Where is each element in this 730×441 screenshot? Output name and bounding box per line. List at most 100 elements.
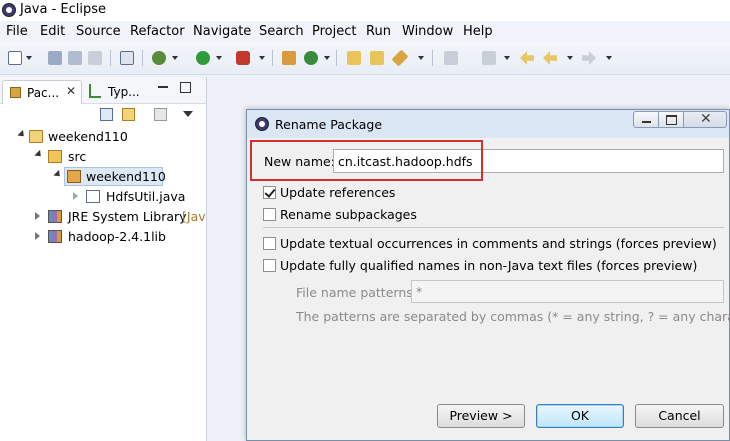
tree-item[interactable]: HdfsUtil.java — [0, 187, 206, 207]
package-explorer-view: Pac... ✕ Typ... weekend110 src weekend11… — [0, 77, 207, 441]
chevron-down-icon[interactable] — [26, 56, 32, 60]
toolbar-separator — [336, 50, 337, 66]
menu-bar: File Edit Source Refactor Navigate Searc… — [0, 21, 730, 42]
chevron-down-icon[interactable] — [259, 56, 265, 60]
tree-item[interactable]: hadoop-2.4.1lib — [0, 227, 206, 247]
update-textual-checkbox[interactable] — [263, 237, 276, 250]
type-hierarchy-icon — [89, 84, 101, 98]
tab-type-hierarchy[interactable]: Typ... — [86, 82, 146, 100]
print-icon[interactable] — [88, 51, 102, 65]
save-all-icon[interactable] — [68, 51, 82, 65]
update-qualified-label: Update fully qualified names in non-Java… — [280, 258, 698, 273]
back-arrow-icon[interactable] — [543, 51, 557, 65]
tree-item-suffix: [Jav — [182, 209, 206, 224]
tree-item[interactable]: src — [0, 147, 206, 167]
collapsed-icon[interactable] — [35, 232, 40, 240]
close-button[interactable]: ✕ — [683, 111, 727, 128]
tree-item[interactable]: JRE System Library [Jav — [0, 207, 206, 227]
menu-navigate[interactable]: Navigate — [193, 24, 251, 39]
tree-item-label: src — [68, 149, 87, 164]
open-console-icon[interactable] — [120, 51, 134, 65]
update-textual-option[interactable]: Update textual occurrences in comments a… — [263, 235, 723, 253]
menu-file[interactable]: File — [6, 24, 28, 39]
window-titlebar: Java - Eclipse — [0, 0, 730, 22]
menu-window[interactable]: Window — [402, 24, 453, 39]
toolbar-separator — [110, 50, 111, 66]
view-menu-icon[interactable] — [183, 111, 193, 117]
main-toolbar — [0, 42, 730, 75]
rename-package-dialog: Rename Package ✕ New name: Update refere… — [246, 109, 730, 441]
rename-subpackages-checkbox[interactable] — [263, 208, 276, 221]
menu-refactor[interactable]: Refactor — [130, 24, 185, 39]
minimize-button[interactable] — [633, 111, 659, 128]
patterns-hint: The patterns are separated by commas (* … — [296, 309, 730, 324]
tab-label: Typ... — [108, 85, 140, 99]
file-patterns-label: File name patterns: — [296, 285, 417, 300]
menu-edit[interactable]: Edit — [40, 24, 65, 39]
maximize-icon[interactable] — [180, 82, 191, 93]
chevron-down-icon[interactable] — [606, 56, 612, 60]
collapsed-icon[interactable] — [35, 212, 40, 220]
cancel-button[interactable]: Cancel — [635, 404, 724, 428]
filter-icon[interactable] — [154, 108, 167, 121]
close-icon[interactable]: ✕ — [66, 84, 76, 98]
collapsed-icon[interactable] — [73, 192, 78, 200]
project-icon — [29, 130, 43, 143]
save-icon[interactable] — [48, 51, 62, 65]
update-qualified-checkbox[interactable] — [263, 259, 276, 272]
prev-annotation-icon[interactable] — [482, 51, 496, 65]
close-icon: ✕ — [700, 111, 712, 127]
menu-source[interactable]: Source — [76, 24, 121, 39]
tab-package-explorer[interactable]: Pac... ✕ — [2, 80, 82, 104]
bug-icon[interactable] — [152, 51, 166, 65]
update-references-label: Update references — [280, 185, 396, 200]
tree-item-label: weekend110 — [48, 129, 128, 144]
menu-help[interactable]: Help — [463, 24, 493, 39]
collapse-all-icon[interactable] — [100, 108, 113, 121]
maximize-button[interactable] — [658, 111, 684, 128]
expanded-icon[interactable] — [17, 129, 27, 140]
tree-item[interactable]: weekend110 — [0, 127, 206, 147]
run-icon[interactable] — [196, 51, 210, 65]
update-textual-label: Update textual occurrences in comments a… — [280, 236, 717, 251]
update-references-checkbox[interactable] — [263, 186, 276, 199]
expanded-icon[interactable] — [34, 149, 44, 160]
chevron-down-icon[interactable] — [418, 56, 424, 60]
forward-arrow-icon[interactable] — [582, 51, 596, 65]
chevron-down-icon[interactable] — [504, 56, 510, 60]
external-tools-icon[interactable] — [236, 51, 250, 65]
view-toolbar — [0, 103, 206, 125]
update-references-option[interactable]: Update references — [263, 184, 723, 202]
update-qualified-option[interactable]: Update fully qualified names in non-Java… — [263, 257, 723, 275]
java-file-icon — [86, 190, 100, 203]
chevron-down-icon[interactable] — [216, 56, 222, 60]
library-icon — [48, 230, 62, 243]
view-tab-bar: Pac... ✕ Typ... — [0, 77, 206, 104]
menu-run[interactable]: Run — [366, 24, 391, 39]
link-with-editor-icon[interactable] — [122, 108, 135, 121]
last-edit-location-icon[interactable] — [520, 51, 534, 65]
minimize-icon[interactable] — [158, 86, 168, 88]
tree-item-selected[interactable]: weekend110 — [0, 167, 206, 187]
new-package-icon[interactable] — [282, 51, 296, 65]
new-name-label: New name: — [264, 154, 335, 169]
chevron-down-icon[interactable] — [324, 56, 330, 60]
open-type-icon[interactable] — [347, 51, 361, 65]
toolbar-separator — [272, 50, 273, 66]
tree-item-label: hadoop-2.4.1lib — [68, 229, 166, 244]
ok-button[interactable]: OK — [536, 404, 624, 428]
new-class-icon[interactable] — [304, 51, 318, 65]
expanded-icon[interactable] — [53, 169, 63, 180]
next-annotation-icon[interactable] — [444, 51, 458, 65]
rename-subpackages-option[interactable]: Rename subpackages — [263, 206, 723, 224]
menu-project[interactable]: Project — [312, 24, 356, 39]
chevron-down-icon[interactable] — [172, 56, 178, 60]
open-folder-icon[interactable] — [370, 51, 384, 65]
menu-search[interactable]: Search — [259, 24, 304, 39]
new-name-input[interactable] — [333, 149, 724, 173]
pencil-icon[interactable] — [391, 49, 409, 67]
tree-item-label: weekend110 — [86, 169, 166, 184]
preview-button[interactable]: Preview > — [437, 404, 525, 428]
chevron-down-icon[interactable] — [567, 56, 573, 60]
new-icon[interactable] — [8, 51, 22, 65]
